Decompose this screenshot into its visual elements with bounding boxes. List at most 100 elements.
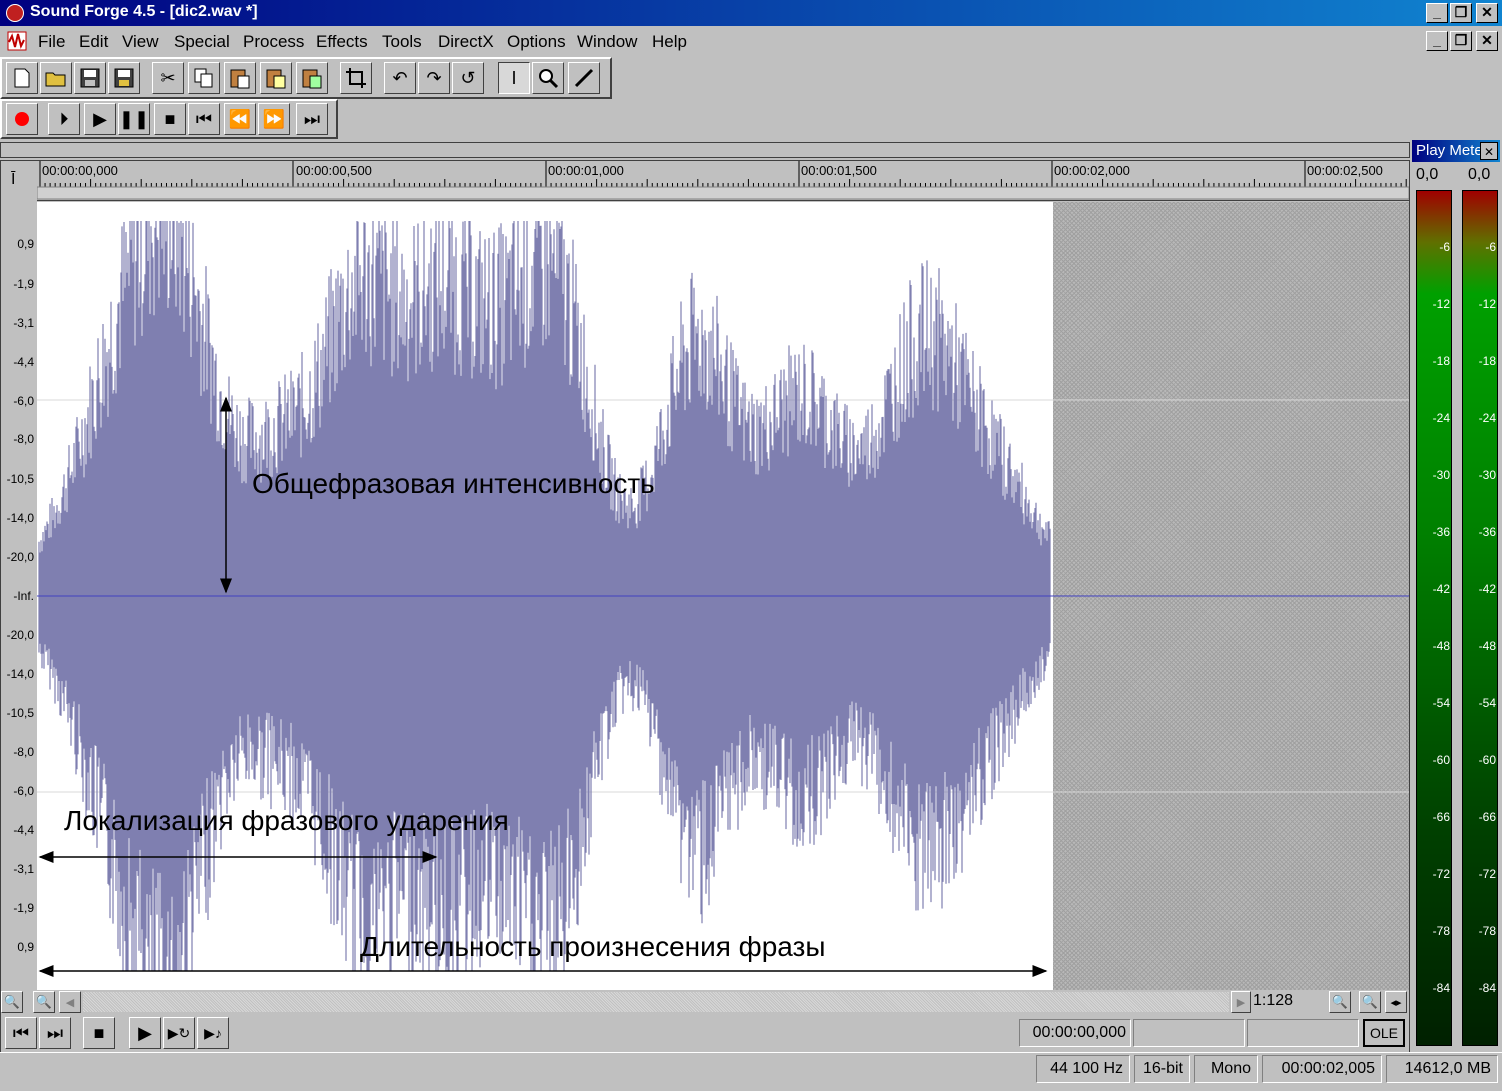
bit-depth: 16-bit [1134, 1055, 1190, 1083]
time-label: 00:00:01,500 [801, 163, 877, 178]
minimize-button[interactable]: _ [1426, 3, 1448, 23]
horizontal-scrollbar[interactable] [83, 992, 1229, 1012]
save-icon[interactable] [74, 62, 106, 94]
window-title: Sound Forge 4.5 - [dic2.wav *] [30, 3, 258, 20]
crop-icon[interactable] [340, 62, 372, 94]
zoom-in-icon[interactable]: 🔍 [33, 991, 55, 1013]
amplitude-label: -14,0 [6, 667, 34, 681]
menu-edit[interactable]: Edit [79, 32, 108, 52]
time-label: 00:00:02,500 [1307, 163, 1383, 178]
ole-button[interactable]: OLE [1363, 1019, 1405, 1047]
meter-tick-label: -48 [1478, 639, 1496, 653]
go-to-end-icon[interactable]: ⏭ [296, 103, 328, 135]
amplitude-label: -8,0 [13, 745, 34, 759]
amplitude-label: -4,4 [13, 355, 34, 369]
app-icon[interactable] [6, 4, 24, 22]
time-label: 00:00:00,000 [42, 163, 118, 178]
time-ruler[interactable] [37, 161, 1409, 201]
fast-forward-icon[interactable]: ⏩ [258, 103, 290, 135]
waveform-area[interactable] [37, 202, 1409, 990]
play-all-icon[interactable]: ⏵ [48, 103, 80, 135]
undo-icon[interactable]: ↶ [384, 62, 416, 94]
cut-icon[interactable]: ✂ [152, 62, 184, 94]
play-icon[interactable]: ▶ [129, 1017, 161, 1049]
amplitude-label: -6,0 [13, 394, 34, 408]
restore-button[interactable]: ❐ [1450, 3, 1472, 23]
meter-tick-label: -84 [1432, 981, 1450, 995]
stop-icon[interactable]: ■ [154, 103, 186, 135]
sample-rate: 44 100 Hz [1036, 1055, 1130, 1083]
document-icon[interactable] [6, 30, 28, 52]
copy-icon[interactable] [188, 62, 220, 94]
mix-paste-icon[interactable] [260, 62, 292, 94]
rewind-icon[interactable]: ⏪ [224, 103, 256, 135]
doc-minimize-button[interactable]: _ [1426, 31, 1448, 51]
amplitude-label: 0,9 [17, 237, 34, 251]
magnify-tool-icon[interactable] [532, 62, 564, 94]
go-to-start-icon[interactable]: ⏮ [188, 103, 220, 135]
amplitude-label: -14,0 [6, 511, 34, 525]
close-button[interactable]: ✕ [1476, 3, 1498, 23]
doc-close-button[interactable]: ✕ [1476, 31, 1498, 51]
scroll-right-icon[interactable]: ▶ [1231, 991, 1251, 1013]
paste-icon[interactable] [224, 62, 256, 94]
scroll-left-icon[interactable]: ◀ [59, 991, 81, 1013]
meter-tick-label: -42 [1432, 582, 1450, 596]
edit-tool-icon[interactable]: I [498, 62, 530, 94]
zoom-horizontal-icon[interactable]: 🔍 [1329, 991, 1351, 1013]
pause-icon[interactable]: ❚❚ [118, 103, 150, 135]
left-peak-value: 0,0 [1416, 166, 1439, 183]
right-level-meter [1462, 190, 1498, 1046]
menu-file[interactable]: File [38, 32, 65, 52]
menu-process[interactable]: Process [243, 32, 304, 52]
menu-effects[interactable]: Effects [316, 32, 368, 52]
amplitude-label: -3,1 [13, 316, 34, 330]
stop-icon[interactable]: ■ [83, 1017, 115, 1049]
save-as-icon[interactable] [108, 62, 140, 94]
meter-tick-label: -54 [1432, 696, 1450, 710]
meter-tick-label: -42 [1478, 582, 1496, 596]
crossfade-paste-icon[interactable] [296, 62, 328, 94]
time-label: 00:00:02,000 [1054, 163, 1130, 178]
amplitude-label: -20,0 [6, 628, 34, 642]
pencil-tool-icon[interactable] [568, 62, 600, 94]
menu-window[interactable]: Window [577, 32, 637, 52]
file-length: 00:00:02,005 [1262, 1055, 1382, 1083]
redo-icon[interactable]: ↷ [418, 62, 450, 94]
title-bar: Sound Forge 4.5 - [dic2.wav *] _ ❐ ✕ [0, 0, 1502, 26]
meter-tick-label: -18 [1478, 354, 1496, 368]
record-icon[interactable] [6, 103, 38, 135]
menu-directx[interactable]: DirectX [438, 32, 494, 52]
play-looped-icon[interactable]: ▶↻ [163, 1017, 195, 1049]
menu-special[interactable]: Special [174, 32, 230, 52]
stress-annotation: Локализация фразового ударения [64, 805, 509, 836]
menu-view[interactable]: View [122, 32, 159, 52]
doc-restore-button[interactable]: ❐ [1450, 31, 1472, 51]
menu-options[interactable]: Options [507, 32, 566, 52]
play-plugin-chain-icon[interactable]: ▶♪ [197, 1017, 229, 1049]
overview-bar[interactable] [0, 142, 1410, 158]
amplitude-label: -4,4 [13, 823, 34, 837]
play-icon[interactable]: ▶ [84, 103, 116, 135]
new-file-icon[interactable] [6, 62, 38, 94]
meter-tick-label: -60 [1478, 753, 1496, 767]
meter-tick-label: -36 [1432, 525, 1450, 539]
zoom-out-icon[interactable]: 🔍 [1, 991, 23, 1013]
zoom-vertical-icon[interactable]: 🔍 [1359, 991, 1381, 1013]
meter-tick-label: -12 [1432, 297, 1450, 311]
open-folder-icon[interactable] [40, 62, 72, 94]
play-meter-close-button[interactable]: ✕ [1480, 142, 1498, 160]
zoom-fit-icon[interactable]: ◂▸ [1385, 991, 1407, 1013]
go-to-end-icon[interactable]: ⏭ [39, 1017, 71, 1049]
menu-tools[interactable]: Tools [382, 32, 422, 52]
repeat-icon[interactable]: ↺ [452, 62, 484, 94]
meter-tick-label: -72 [1432, 867, 1450, 881]
menu-help[interactable]: Help [652, 32, 687, 52]
time-label: 00:00:00,500 [296, 163, 372, 178]
play-meter-panel: Play Meter ✕ 0,0 0,0 -6 -6 -12 -12 -18 -18 -24… [1410, 140, 1502, 1052]
marker-bar [37, 186, 1409, 200]
go-to-start-icon[interactable]: ⏮ [5, 1017, 37, 1049]
meter-tick-label: -60 [1432, 753, 1450, 767]
time-label: 00:00:01,000 [548, 163, 624, 178]
position-display: 00:00:00,000 [1019, 1019, 1131, 1047]
